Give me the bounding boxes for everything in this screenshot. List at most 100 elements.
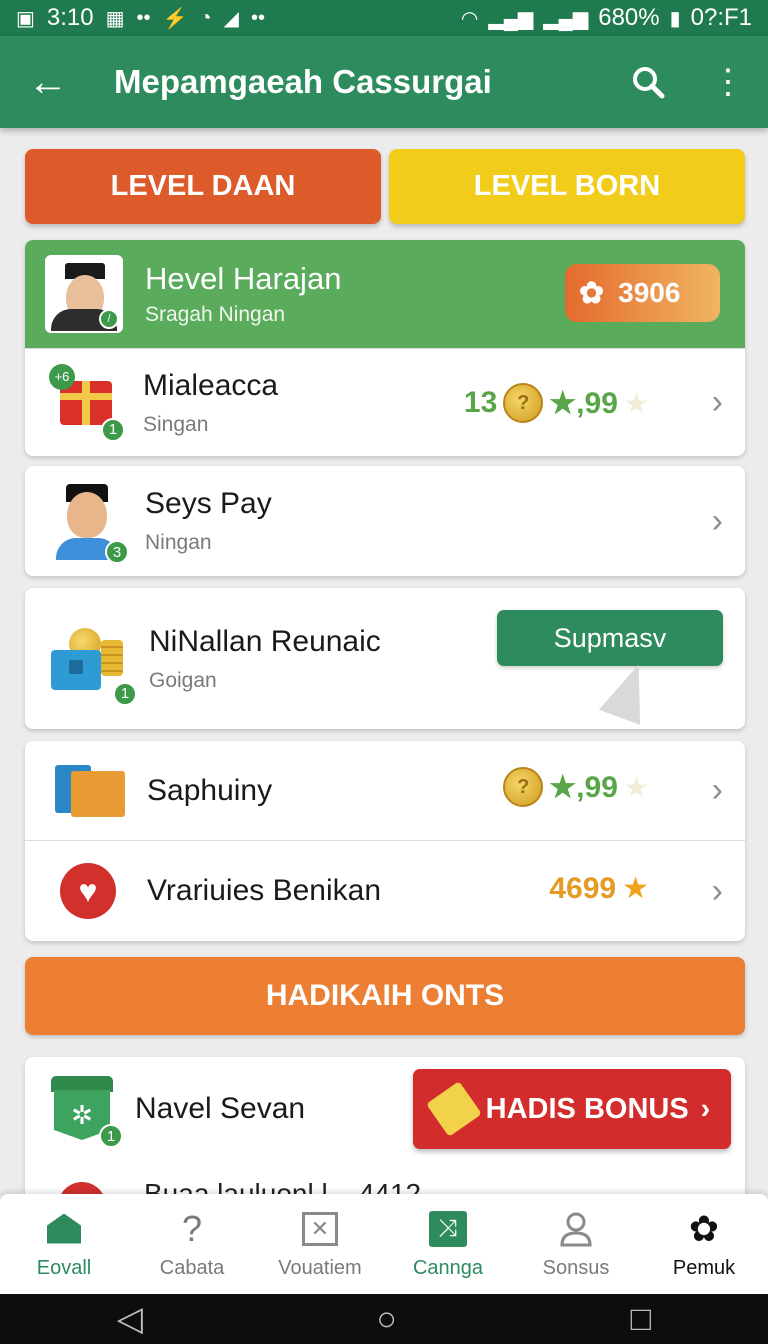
- list-item[interactable]: 1 NiNallan Reunaic Goigan Supmasv: [25, 588, 745, 729]
- rewards-card: Saphuiny ? ★,99 ★ › ♥ Vrariuies Benikan …: [25, 741, 745, 941]
- list-item[interactable]: +6 1 Mialeacca Singan 13 ? ★,99 ★ ›: [25, 348, 745, 456]
- item-rating: ★,99: [549, 770, 618, 804]
- faint-star-icon: ★: [623, 771, 649, 803]
- gift-icon: +6 1: [49, 363, 125, 442]
- avatar: 3: [51, 482, 129, 564]
- chevron-right-icon: ›: [711, 871, 723, 910]
- avatar: /: [45, 255, 123, 333]
- notification-icon: ▣: [16, 7, 35, 30]
- item-tag: +6: [49, 363, 75, 390]
- nav-sonsus[interactable]: Sonsus: [512, 1194, 640, 1294]
- hadikaih-banner[interactable]: HADIKAIH ONTS: [25, 957, 745, 1035]
- chevron-right-icon: ›: [711, 383, 723, 421]
- status-bar: ▣ 3:10 ▦ •• ⚡ ◔ ◢ •• ◠ ▂▄▆ ▂▄▆ 680% ▮ 0?…: [0, 0, 768, 36]
- item-rating: ★,99: [549, 386, 618, 420]
- system-home-icon[interactable]: ○: [377, 1300, 398, 1339]
- faint-star-icon: ★: [623, 387, 649, 419]
- list-item[interactable]: Saphuiny ? ★,99 ★ ›: [25, 741, 745, 840]
- hadis-bonus-button[interactable]: HADIS BONUS ›: [413, 1069, 731, 1149]
- level-born-button[interactable]: LEVEL BORN: [389, 149, 745, 224]
- app-notification-icon: ▦: [105, 7, 125, 30]
- item-name: Mialeacca: [143, 368, 279, 402]
- dots-icon: ••: [136, 6, 151, 29]
- overflow-menu-icon[interactable]: ⋮: [688, 36, 768, 128]
- nav-label: Vouatiem: [278, 1256, 362, 1279]
- nav-pemuk[interactable]: ✿ Pemuk: [640, 1194, 768, 1294]
- list-item[interactable]: ♥ Vrariuies Benikan 4699 ★ ›: [25, 840, 745, 941]
- score-value: 3906: [618, 277, 681, 308]
- level-daan-button[interactable]: LEVEL DAAN: [25, 149, 381, 224]
- chevron-right-icon: ›: [711, 771, 723, 809]
- signal-icon: ▂▄▆: [488, 7, 534, 30]
- bolt-icon: ⚡: [162, 7, 188, 30]
- treasure-chest-icon: 1: [51, 624, 137, 706]
- item-stats: ? ★,99 ★: [503, 767, 649, 807]
- system-recents-icon[interactable]: □: [631, 1300, 652, 1339]
- heart-icon: ♥: [60, 863, 116, 919]
- reunaic-card: 1 NiNallan Reunaic Goigan Supmasv: [25, 588, 745, 729]
- signal-2-icon: ▂▄▆: [543, 7, 589, 30]
- item-count: 13: [463, 386, 498, 419]
- page-title: Mepamgaeah Cassurgai: [114, 63, 492, 100]
- alarm-icon: ◔: [199, 6, 212, 29]
- item-badge: 3: [105, 540, 129, 564]
- score-badge[interactable]: ✿ 3906: [565, 264, 720, 322]
- item-sub: Ningan: [145, 531, 212, 554]
- nav-label: Cabata: [159, 1256, 225, 1279]
- app-bar: ← Mepamgaeah Cassurgai ⋮: [0, 36, 768, 128]
- nav-cabata[interactable]: ? Cabata: [128, 1194, 256, 1294]
- star-icon: ★: [622, 872, 649, 905]
- home-icon: [47, 1209, 81, 1249]
- system-navigation: ◁ ○ □: [0, 1294, 768, 1344]
- item-badge: 1: [113, 681, 137, 706]
- profile-header[interactable]: / Hevel Harajan Sragah Ningan ✿ 3906: [25, 240, 745, 348]
- profile-name: Hevel Harajan: [145, 261, 342, 296]
- item-stats: 4699 ★: [549, 871, 649, 906]
- status-clock: 0?:F1: [690, 4, 752, 31]
- battery-percent: 680%: [598, 4, 660, 31]
- seys-pay-card[interactable]: 3 Seys Pay Ningan ›: [25, 466, 745, 576]
- item-name: Saphuiny: [147, 773, 273, 807]
- pointer-cursor-icon: [598, 657, 660, 725]
- flower-icon: ✿: [688, 1207, 720, 1249]
- nav-eovall[interactable]: Eovall: [0, 1194, 128, 1294]
- system-back-icon[interactable]: ◁: [117, 1299, 143, 1339]
- nav-label: Eovall: [36, 1256, 92, 1279]
- nav-label: Cannga: [412, 1256, 484, 1279]
- item-sub: Singan: [143, 412, 209, 436]
- hadis-bonus-label: HADIS BONUS: [485, 1092, 689, 1125]
- chevron-right-icon: ›: [700, 1092, 711, 1125]
- chevron-right-icon: ›: [711, 501, 723, 540]
- question-icon: ?: [181, 1207, 203, 1249]
- profile-card: / Hevel Harajan Sragah Ningan ✿ 3906 +6 …: [25, 240, 745, 456]
- wifi-icon: ◠: [460, 7, 479, 30]
- coin-icon: ?: [503, 383, 544, 423]
- nav-cannga[interactable]: ⤨ Cannga: [384, 1194, 512, 1294]
- calendar-icon: ✲ 1: [51, 1076, 123, 1148]
- profile-subtitle: Sragah Ningan: [145, 303, 286, 326]
- signal-small-icon: ◢: [223, 7, 239, 30]
- box-x-icon: ✕: [302, 1209, 338, 1249]
- item-sub: Goigan: [149, 668, 217, 692]
- item-value: 4699: [549, 871, 617, 905]
- list-item[interactable]: 3 Seys Pay Ningan ›: [25, 466, 745, 576]
- books-icon: [51, 764, 125, 817]
- coin-icon: ?: [503, 767, 544, 807]
- nav-vouatiem[interactable]: ✕ Vouatiem: [256, 1194, 384, 1294]
- bottom-navigation: Eovall ? Cabata ✕ Vouatiem ⤨ Cannga Sons…: [0, 1194, 768, 1294]
- supmasv-button[interactable]: Supmasv: [497, 610, 723, 666]
- nav-label: Sonsus: [542, 1256, 610, 1279]
- item-stats: 13 ? ★,99 ★: [464, 383, 649, 423]
- back-arrow-icon[interactable]: ←: [0, 36, 96, 128]
- search-icon[interactable]: [608, 36, 688, 128]
- item-name: NiNallan Reunaic: [149, 624, 381, 658]
- paw-icon: ✿: [579, 276, 605, 310]
- item-badge: 1: [99, 1124, 123, 1148]
- tag-icon: [425, 1081, 482, 1137]
- item-name: Navel Sevan: [135, 1092, 306, 1125]
- nav-label: Pemuk: [672, 1256, 736, 1279]
- verified-badge: /: [99, 309, 119, 329]
- list-item[interactable]: ✲ 1 Navel Sevan HADIS BONUS ›: [25, 1057, 745, 1161]
- status-time: 3:10: [46, 4, 94, 31]
- battery-icon: ▮: [669, 7, 681, 30]
